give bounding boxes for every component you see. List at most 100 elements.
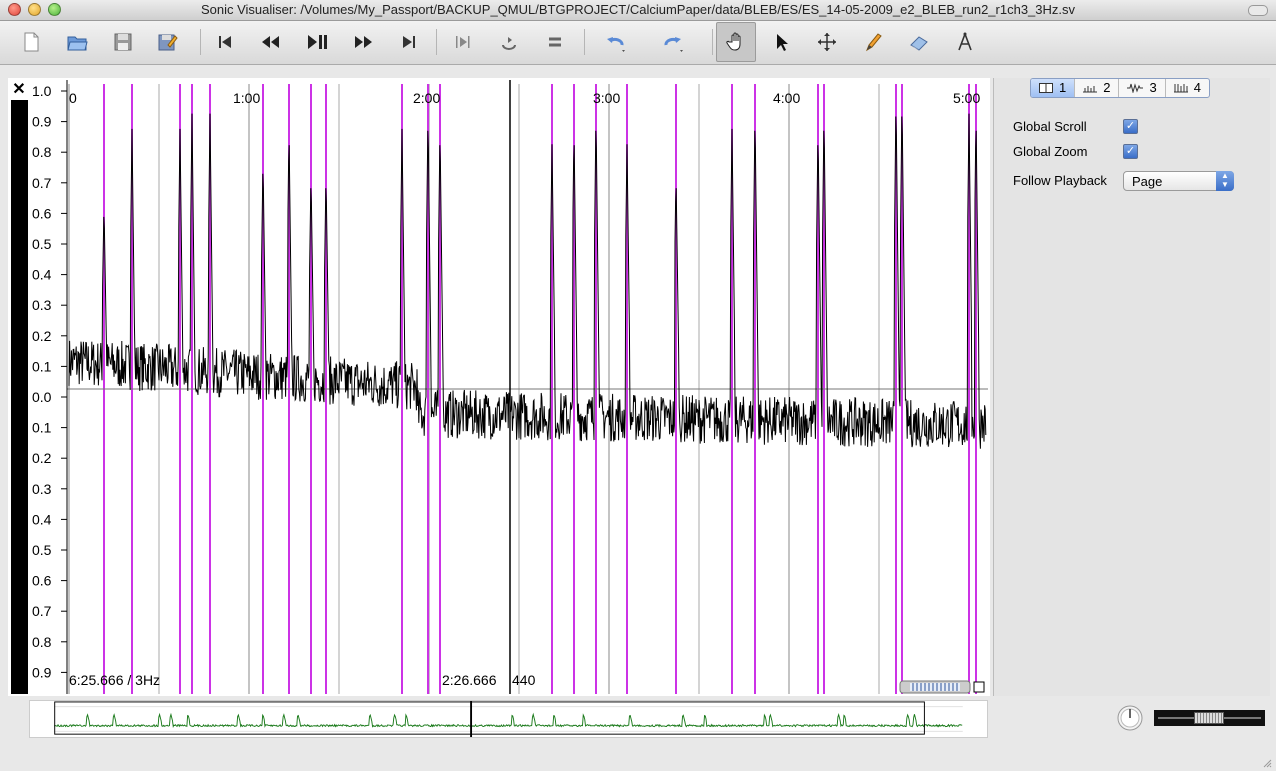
tab-label: 2 xyxy=(1103,80,1111,95)
move-tool-button[interactable] xyxy=(812,27,842,57)
rewind-start-button[interactable] xyxy=(210,27,240,57)
rewind-button[interactable] xyxy=(255,27,285,57)
global-scroll-label: Global Scroll xyxy=(1013,119,1087,134)
tab-waveform[interactable]: 3 xyxy=(1119,79,1166,97)
erase-tool-button[interactable] xyxy=(904,27,934,57)
y-tick-label: 0.6 xyxy=(32,573,52,589)
y-tick-label: 0.6 xyxy=(32,205,52,221)
main-toolbar xyxy=(0,21,1276,65)
y-tick-label: 0.5 xyxy=(32,236,52,252)
redo-icon xyxy=(664,37,683,52)
save-as-button[interactable] xyxy=(152,27,182,57)
rewind-icon xyxy=(262,36,279,48)
resize-grip-icon[interactable] xyxy=(1262,758,1272,768)
play-pause-icon xyxy=(308,35,327,49)
y-tick-label: 0.4 xyxy=(32,511,52,527)
title-bar: Sonic Visualiser: /Volumes/My_Passport/B… xyxy=(0,0,1276,21)
y-axis: 1.0 0.9 0.8 0.7 0.6 0.5 0.4 0.3 0.2 0.1 0.0 0.1 0.2 0… xyxy=(32,80,68,694)
instants-icon xyxy=(1173,84,1188,93)
y-tick-label: 0.2 xyxy=(32,450,52,466)
navigate-tool-button[interactable] xyxy=(716,22,756,62)
waveform-plot[interactable]: 1.0 0.9 0.8 0.7 0.6 0.5 0.4 0.3 0.2 0.1 0.0 0.1 0.2 0… xyxy=(28,80,988,694)
fast-forward-icon xyxy=(355,36,372,48)
toolbar-toggle-button[interactable] xyxy=(1248,5,1268,16)
toolbar-separator xyxy=(712,29,713,55)
zoom-thumbwheel[interactable] xyxy=(899,680,971,694)
document-icon xyxy=(24,32,39,52)
solo-button[interactable] xyxy=(540,27,570,57)
undo-button[interactable] xyxy=(600,27,630,57)
save-button[interactable] xyxy=(108,27,138,57)
tab-label: 4 xyxy=(1193,80,1201,95)
undo-icon xyxy=(607,37,625,52)
y-tick-label: 0.3 xyxy=(32,297,52,313)
y-tick-label: 0.1 xyxy=(32,420,52,436)
x-axis: 0 1:00 2:00 3:00 4:00 5:00 xyxy=(69,90,980,106)
eraser-icon xyxy=(910,36,928,51)
y-tick-label: 0.3 xyxy=(32,481,52,497)
x-tick-label: 1:00 xyxy=(233,90,260,106)
x-tick-label: 3:00 xyxy=(593,90,620,106)
window-title: Sonic Visualiser: /Volumes/My_Passport/B… xyxy=(200,2,1076,17)
pane-icon xyxy=(1039,83,1053,93)
volume-fader-knob[interactable] xyxy=(1194,712,1224,724)
loop-button[interactable] xyxy=(494,27,524,57)
close-pane-icon[interactable]: ✕ xyxy=(11,82,27,98)
y-tick-label: 1.0 xyxy=(32,83,52,99)
open-button[interactable] xyxy=(62,27,92,57)
y-tick-label: 0.4 xyxy=(32,267,52,283)
tab-label: 3 xyxy=(1149,80,1157,95)
toolbar-separator xyxy=(436,29,437,55)
y-tick-label: 0.9 xyxy=(32,664,52,680)
x-tick-label: 0 xyxy=(69,90,77,106)
zoom-reset-button[interactable] xyxy=(973,681,985,693)
volume-fader[interactable] xyxy=(1154,710,1265,726)
global-zoom-checkbox[interactable]: ✓ xyxy=(1123,144,1138,159)
pane-side-bar xyxy=(11,100,28,694)
floppy-pencil-icon xyxy=(158,34,178,51)
measure-tool-button[interactable] xyxy=(950,27,980,57)
y-tick-label: 0.7 xyxy=(32,603,52,619)
select-tool-button[interactable] xyxy=(766,27,796,57)
status-left: 6:25.666 / 3Hz xyxy=(69,672,160,688)
toolbar-separator xyxy=(200,29,201,55)
play-pause-button[interactable] xyxy=(302,27,332,57)
redo-button[interactable] xyxy=(658,27,688,57)
play-selection-icon xyxy=(456,36,470,48)
x-tick-label: 2:00 xyxy=(413,90,440,106)
x-tick-label: 5:00 xyxy=(953,90,980,106)
compass-icon xyxy=(958,32,972,51)
skip-end-icon xyxy=(403,36,415,48)
layer-tabs: 1 2 3 4 xyxy=(1030,78,1210,98)
loop-icon xyxy=(502,37,516,50)
y-tick-label: 0.8 xyxy=(32,144,52,160)
play-selection-button[interactable] xyxy=(448,27,478,57)
tab-pane[interactable]: 1 xyxy=(1031,79,1076,97)
y-tick-label: 0.2 xyxy=(32,328,52,344)
status-center: 2:26.666 xyxy=(442,672,497,688)
y-tick-label: 0.7 xyxy=(32,175,52,191)
floppy-icon xyxy=(114,33,132,51)
hand-icon xyxy=(726,32,741,51)
overview-pane[interactable] xyxy=(29,700,988,738)
speed-dial-icon[interactable] xyxy=(1116,704,1144,732)
arrow-cursor-icon xyxy=(777,34,788,51)
solo-icon xyxy=(549,37,561,47)
tab-ruler[interactable]: 2 xyxy=(1075,79,1120,97)
ffwd-end-button[interactable] xyxy=(394,27,424,57)
global-scroll-checkbox[interactable]: ✓ xyxy=(1123,119,1138,134)
move-icon xyxy=(818,33,836,51)
waveform-icon xyxy=(1127,83,1144,93)
tab-instants[interactable]: 4 xyxy=(1166,79,1209,97)
follow-playback-select[interactable]: Page ▲ ▼ xyxy=(1123,171,1234,191)
toolbar-separator xyxy=(584,29,585,55)
new-session-button[interactable] xyxy=(16,27,46,57)
fast-forward-button[interactable] xyxy=(349,27,379,57)
y-tick-label: 0.0 xyxy=(32,389,52,405)
draw-tool-button[interactable] xyxy=(858,27,888,57)
overview-waveform xyxy=(53,712,963,728)
ruler-icon xyxy=(1083,86,1098,93)
skip-start-icon xyxy=(219,36,231,48)
y-tick-label: 0.5 xyxy=(32,542,52,558)
y-tick-label: 0.1 xyxy=(32,358,52,374)
